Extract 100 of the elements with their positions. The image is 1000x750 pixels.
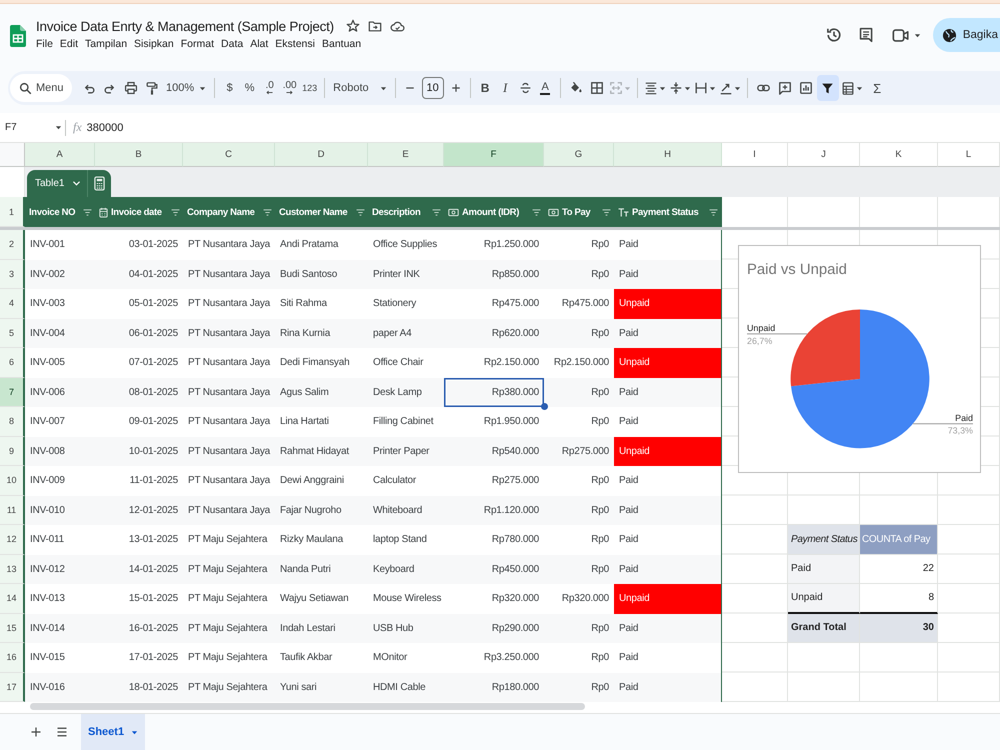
folder-icon[interactable]	[368, 19, 382, 33]
plus-icon[interactable]	[30, 726, 42, 738]
currency-format-button[interactable]: $	[220, 76, 240, 100]
font-select[interactable]: Roboto	[331, 76, 389, 100]
row-number[interactable]: 13	[0, 554, 25, 584]
row-number[interactable]: 5	[0, 318, 25, 348]
column-letter[interactable]: D	[275, 143, 368, 167]
document-title[interactable]: Invoice Data Enrty & Management (Sample Project)	[36, 18, 334, 34]
scrollbar[interactable]	[30, 703, 585, 710]
name-box[interactable]: F7	[0, 122, 63, 133]
globe-icon	[942, 28, 957, 42]
column-letter[interactable]: L	[938, 143, 1000, 167]
column-header[interactable]: Payment Status	[614, 197, 722, 227]
row-number[interactable]: 15	[0, 614, 25, 643]
filter-icon[interactable]	[532, 208, 541, 216]
row-number[interactable]: 6	[0, 348, 25, 378]
row-number[interactable]: 8	[0, 407, 25, 436]
menu-search-field[interactable]: Menu	[10, 74, 72, 102]
formula-input[interactable]: 380000	[86, 122, 124, 134]
decrease-decimal-button[interactable]: .0	[260, 76, 280, 100]
calculator-icon[interactable]	[94, 176, 106, 191]
column-letter[interactable]: I	[722, 143, 788, 167]
comments-icon[interactable]	[858, 26, 875, 44]
column-letter[interactable]: C	[183, 143, 275, 167]
table-cell: Rp620.000	[444, 318, 544, 348]
column-letter[interactable]: G	[544, 143, 614, 167]
menu-item[interactable]: Edit	[60, 38, 78, 50]
column-header[interactable]: To Pay	[544, 197, 614, 227]
text-color-button[interactable]: A	[536, 76, 555, 100]
row-number[interactable]: 9	[0, 436, 25, 466]
filter-icon[interactable]	[263, 208, 272, 216]
number-format-button[interactable]: 123	[300, 76, 320, 100]
column-header[interactable]: Amount (IDR)	[444, 197, 544, 227]
menu-item[interactable]: Ekstensi	[275, 38, 315, 50]
row-number[interactable]: 4	[0, 289, 25, 318]
column-header[interactable]: Company Name	[183, 197, 275, 227]
menu-item[interactable]: Bantuan	[322, 38, 362, 50]
filter-icon[interactable]	[83, 208, 92, 216]
filter-button[interactable]	[816, 75, 839, 101]
row-number[interactable]: 11	[0, 496, 25, 525]
menu-item[interactable]: File	[36, 38, 53, 50]
row-number[interactable]: 7	[0, 378, 25, 407]
functions-button[interactable]: Σ	[868, 76, 887, 100]
row-number[interactable]: 3	[0, 260, 25, 289]
arrow-right-icon	[286, 90, 294, 95]
bold-button[interactable]: B	[476, 76, 495, 100]
filter-icon[interactable]	[432, 208, 441, 216]
zoom-select[interactable]: 100%	[163, 76, 210, 100]
column-letter[interactable]: H	[614, 143, 722, 167]
share-button[interactable]: Bagika	[932, 18, 1000, 52]
pivot-total-cell: 30	[860, 614, 938, 643]
table-cell: Rp540.000	[444, 436, 544, 466]
table-name-button[interactable]: Table1	[27, 170, 88, 197]
column-header[interactable]: Invoice date	[95, 197, 183, 227]
star-icon[interactable]	[346, 19, 360, 33]
increase-decimal-button[interactable]: .00	[280, 76, 300, 100]
paint-roller-icon[interactable]	[145, 80, 159, 96]
pivot-cell: Unpaid	[788, 584, 860, 614]
paint-bucket-icon[interactable]	[568, 81, 583, 95]
strikethrough-icon[interactable]	[518, 81, 532, 95]
column-letter[interactable]: E	[368, 143, 444, 167]
menu-item[interactable]: Alat	[250, 38, 268, 50]
menu-item[interactable]: Sisipkan	[134, 38, 174, 50]
column-header[interactable]: Invoice NO	[25, 197, 95, 227]
caret-icon	[684, 84, 691, 92]
column-letter[interactable]: A	[25, 143, 95, 167]
spreadsheet-logo-icon[interactable]	[10, 25, 26, 47]
plus-icon[interactable]	[450, 82, 462, 94]
menu-item[interactable]: Data	[221, 38, 244, 50]
menu-item[interactable]: Format	[180, 38, 214, 50]
column-letter[interactable]: F	[444, 143, 544, 167]
filter-icon[interactable]	[602, 208, 611, 216]
video-call-button[interactable]	[892, 28, 921, 42]
font-size-field[interactable]: 10	[422, 77, 444, 99]
column-letter[interactable]: K	[860, 143, 938, 167]
filter-icon[interactable]	[171, 208, 180, 216]
row-number[interactable]: 14	[0, 584, 25, 614]
row-number[interactable]: 12	[0, 525, 25, 554]
borders-icon[interactable]	[590, 81, 604, 95]
pie-chart[interactable]: Paid vs Unpaid Paid 73,3% Unpaid 26,7%	[738, 245, 981, 473]
column-letter[interactable]: B	[95, 143, 183, 167]
menu-icon[interactable]	[56, 726, 68, 738]
filter-icon[interactable]	[356, 208, 365, 216]
row-number[interactable]: 16	[0, 643, 25, 672]
column-letter[interactable]: J	[788, 143, 860, 167]
column-header[interactable]: Customer Name	[275, 197, 368, 227]
menu-item[interactable]: Tampilan	[85, 38, 128, 50]
row-number[interactable]: 2	[0, 230, 25, 260]
column-header[interactable]: Description	[368, 197, 444, 227]
row-number[interactable]: 17	[0, 672, 25, 702]
print-icon[interactable]	[124, 81, 138, 95]
italic-button[interactable]: I	[496, 76, 515, 100]
percent-format-button[interactable]: %	[240, 76, 260, 100]
row-number[interactable]: 10	[0, 466, 25, 496]
history-icon[interactable]	[824, 26, 843, 44]
chart-icon[interactable]	[798, 81, 813, 95]
add-comment-icon[interactable]	[778, 81, 792, 95]
sheet-tab[interactable]: Sheet1	[81, 714, 146, 750]
row-number[interactable]: 1	[0, 197, 25, 227]
filter-icon[interactable]	[709, 208, 718, 216]
